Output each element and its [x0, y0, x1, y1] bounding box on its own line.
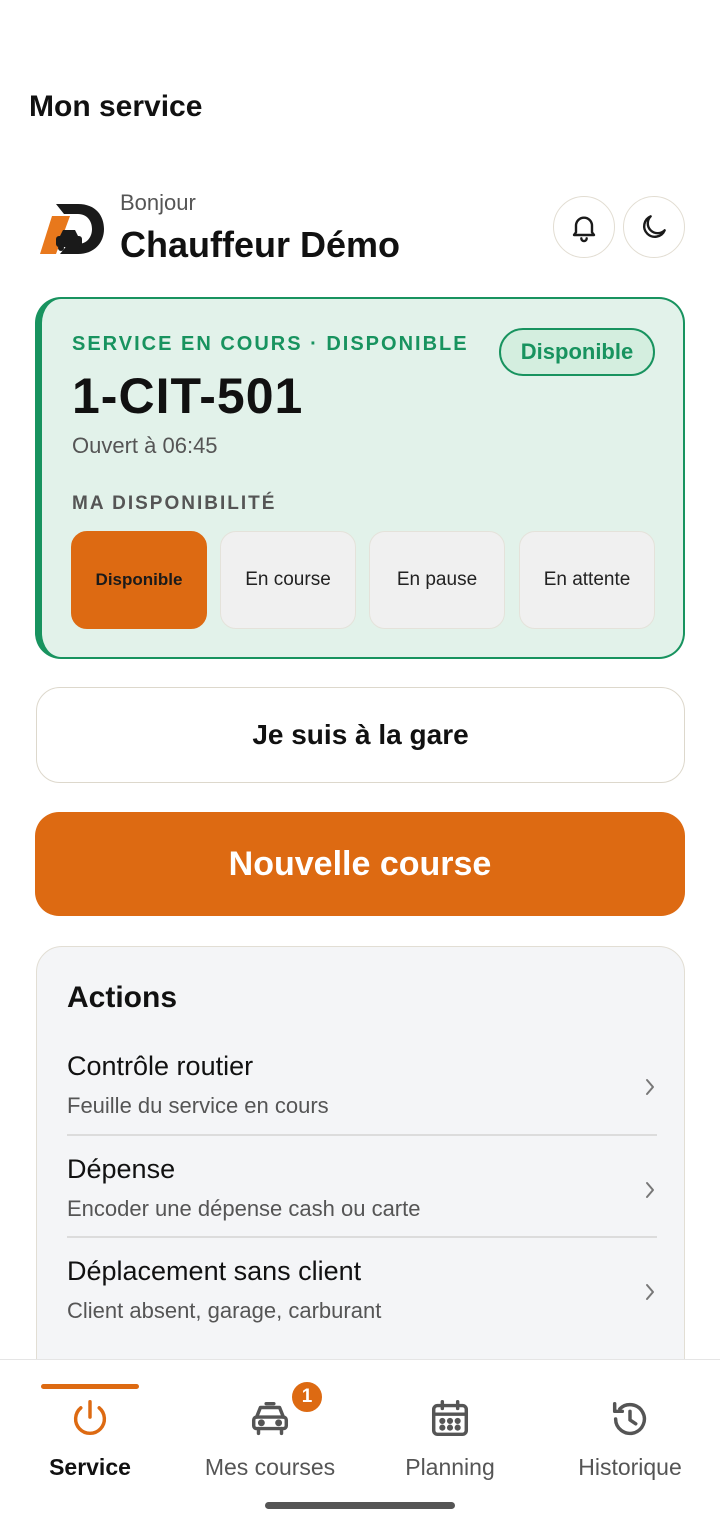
page-title: Mon service — [29, 90, 203, 123]
status-badge: Disponible — [499, 328, 655, 376]
tab-service[interactable]: Service — [0, 1360, 180, 1500]
tab-label: Mes courses — [204, 1454, 336, 1480]
action-item-depense[interactable]: Dépense Encoder une dépense cash ou cart… — [67, 1154, 657, 1256]
chevron-right-icon — [646, 1079, 654, 1095]
car-icon — [251, 1401, 289, 1436]
action-item-title: Contrôle routier — [67, 1051, 254, 1081]
tab-planning[interactable]: Planning — [360, 1360, 540, 1500]
availability-en-pause-button[interactable]: En pause — [369, 531, 505, 629]
availability-en-course-button[interactable]: En course — [220, 531, 356, 629]
tab-label: Planning — [405, 1454, 495, 1480]
at-station-button[interactable]: Je suis à la gare — [36, 687, 685, 783]
tab-mes-courses[interactable]: 1 Mes courses — [180, 1360, 360, 1500]
calendar-icon — [431, 1400, 469, 1437]
vehicle-plate: 1-CIT-501 — [72, 368, 304, 424]
greeting-text: Bonjour — [120, 190, 196, 215]
tab-label: Historique — [578, 1454, 682, 1480]
taxi-logo-icon — [40, 204, 104, 254]
divider — [67, 1134, 657, 1136]
action-item-controle-routier[interactable]: Contrôle routier Feuille du service en c… — [67, 1051, 657, 1153]
action-item-title: Dépense — [67, 1154, 176, 1184]
service-status-line: SERVICE EN COURS · DISPONIBLE — [72, 333, 469, 355]
action-item-subtitle: Feuille du service en cours — [67, 1093, 329, 1118]
availability-selector: Disponible En course En pause En attente — [71, 531, 655, 629]
theme-toggle-button[interactable] — [623, 196, 685, 258]
action-item-subtitle: Client absent, garage, carburant — [67, 1298, 382, 1323]
service-status-card: SERVICE EN COURS · DISPONIBLE Disponible… — [35, 297, 685, 659]
home-indicator[interactable] — [265, 1502, 455, 1509]
driver-name: Chauffeur Démo — [120, 224, 401, 265]
actions-card: Actions Contrôle routier Feuille du serv… — [36, 946, 685, 1386]
actions-title: Actions — [67, 981, 178, 1014]
divider — [67, 1236, 657, 1238]
chevron-right-icon — [646, 1182, 654, 1198]
power-icon — [73, 1400, 107, 1435]
history-icon — [612, 1401, 647, 1436]
availability-disponible-button[interactable]: Disponible — [71, 531, 207, 629]
header: Bonjour Chauffeur Démo — [36, 188, 686, 268]
action-item-title: Déplacement sans client — [67, 1256, 362, 1286]
action-item-deplacement-sans-client[interactable]: Déplacement sans client Client absent, g… — [67, 1256, 657, 1358]
moon-icon — [643, 215, 666, 238]
tab-historique[interactable]: Historique — [540, 1360, 720, 1500]
chevron-right-icon — [646, 1284, 654, 1300]
action-item-subtitle: Encoder une dépense cash ou carte — [67, 1196, 421, 1221]
service-opened-time: Ouvert à 06:45 — [72, 433, 218, 458]
availability-en-attente-button[interactable]: En attente — [519, 531, 655, 629]
tab-label: Service — [49, 1454, 131, 1480]
notification-badge: 1 — [290, 1380, 324, 1414]
new-ride-button[interactable]: Nouvelle course — [35, 812, 685, 916]
bell-icon — [572, 216, 596, 243]
availability-title: MA DISPONIBILITÉ — [72, 493, 277, 514]
notifications-button[interactable] — [553, 196, 615, 258]
active-tab-indicator — [41, 1384, 139, 1389]
